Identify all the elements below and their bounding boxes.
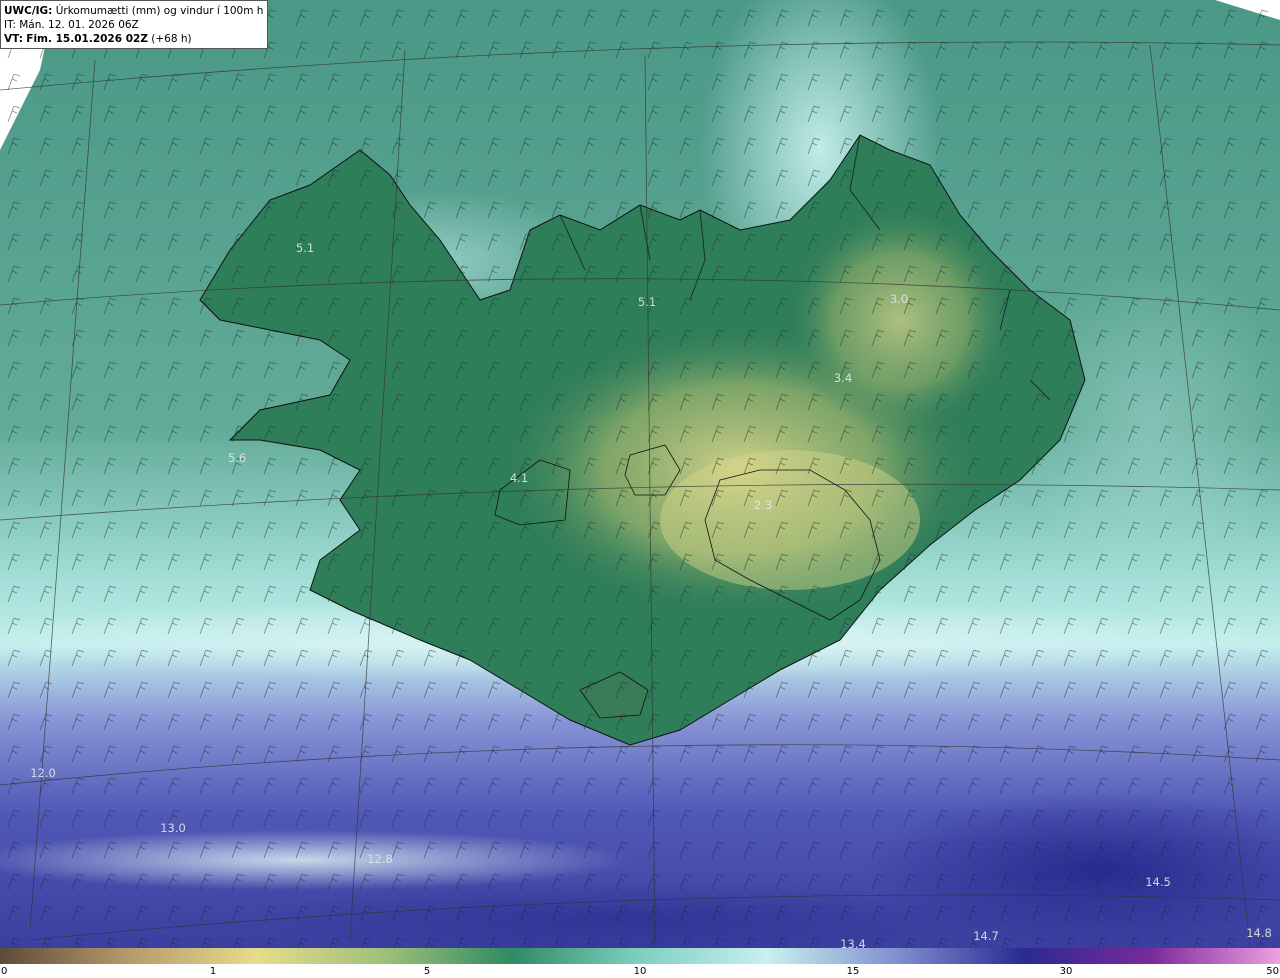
value-label: 4.1 (509, 471, 529, 485)
colorbar-tick: 5 (423, 966, 431, 977)
map-info-box: UWC/IG: Úrkomumætti (mm) og vindur í 100… (0, 0, 268, 49)
map-area: 5.1 5.1 3.0 3.4 5.6 4.1 2.3 12.0 13.0 12… (0, 0, 1280, 951)
colorbar-strip (0, 948, 1280, 964)
colorbar-tick: 10 (633, 966, 647, 977)
valid-time-row: VT: Fim. 15.01.2026 02Z (+68 h) (4, 32, 264, 46)
value-label: 2.3 (753, 498, 773, 512)
value-label: 3.4 (833, 371, 853, 385)
value-label: 12.8 (367, 852, 393, 866)
precipitation-map (0, 0, 1280, 948)
colorbar-tick: 15 (846, 966, 860, 977)
valid-time: Fim. 15.01.2026 02Z (26, 33, 148, 45)
colorbar: 0 1 5 10 15 30 50 (0, 948, 1280, 978)
colorbar-tick: 0 (1, 966, 8, 977)
colorbar-tick: 1 (209, 966, 217, 977)
value-label: 5.1 (295, 241, 315, 255)
value-label: 5.6 (227, 451, 247, 465)
init-time: IT: Mán. 12. 01. 2026 06Z (4, 19, 139, 31)
value-label: 14.5 (1145, 875, 1171, 889)
lead-time: (+68 h) (151, 33, 192, 45)
title-row: UWC/IG: Úrkomumætti (mm) og vindur í 100… (4, 4, 264, 18)
colorbar-tick: 50 (1266, 966, 1279, 977)
value-label: 3.0 (889, 292, 909, 306)
value-label: 13.0 (160, 821, 186, 835)
field-description: Úrkomumætti (mm) og vindur í 100m hæð (55, 5, 264, 17)
model-name: UWC/IG: (4, 5, 53, 17)
value-label: 14.7 (973, 929, 999, 943)
value-label: 14.8 (1246, 926, 1272, 940)
value-label: 12.0 (30, 766, 56, 780)
value-label: 5.1 (637, 295, 657, 309)
wind-barbs-layer (0, 0, 1280, 948)
colorbar-tick: 30 (1059, 966, 1073, 977)
valid-label: VT: (4, 33, 23, 45)
